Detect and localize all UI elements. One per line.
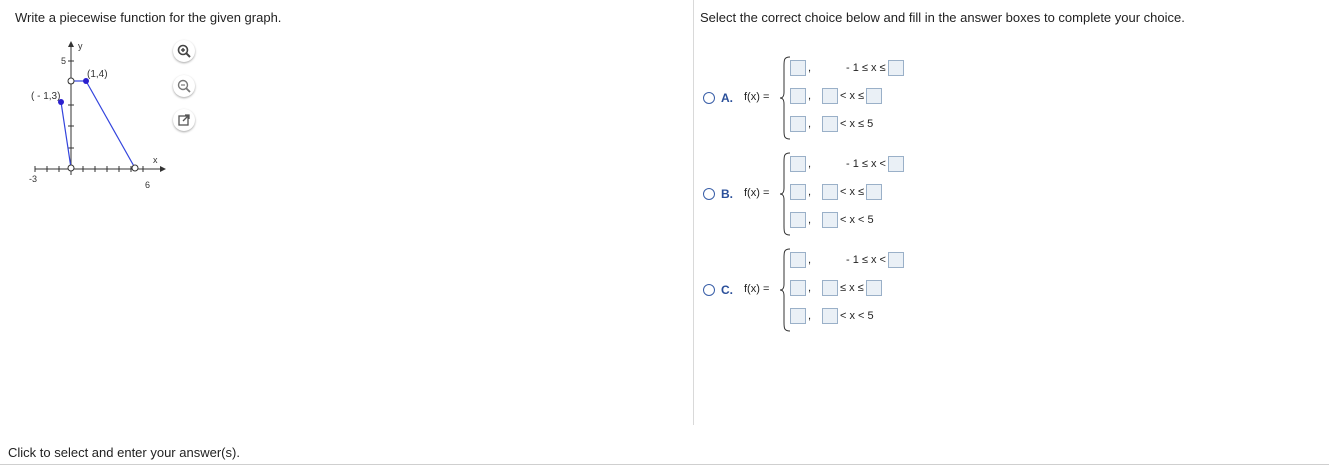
answer-box[interactable] xyxy=(822,280,838,296)
answer-box[interactable] xyxy=(790,252,806,268)
row-b-1: , - 1 ≤ x < xyxy=(790,155,904,173)
choice-letter-a: A. xyxy=(721,91,733,105)
y-axis-arrow xyxy=(68,41,74,47)
condition-text: ≤ x ≤ xyxy=(840,282,864,294)
row-c-2: , ≤ x ≤ xyxy=(790,279,882,297)
choice-b[interactable]: B. f(x) = , - 1 ≤ x < , < x ≤ , < x < 5 xyxy=(693,148,1329,244)
zoom-in-icon xyxy=(177,44,191,58)
closed-point-1-4 xyxy=(83,78,89,84)
left-instruction: Write a piecewise function for the given… xyxy=(15,10,282,25)
graph-canvas: y x 5 -3 6 (1,4) ( - 1,3) xyxy=(29,41,166,190)
graph: y x 5 -3 6 (1,4) ( - 1,3) xyxy=(0,35,240,205)
y-axis-label: y xyxy=(78,41,83,51)
x-tick-label-right: 6 xyxy=(145,180,150,190)
row-b-3: , < x < 5 xyxy=(790,211,876,229)
fx-label-a: f(x) = xyxy=(744,91,770,103)
open-point-0-4 xyxy=(67,77,75,85)
radio-b[interactable] xyxy=(703,188,715,200)
row-a-2: , < x ≤ xyxy=(790,87,883,105)
closed-point-neg1-3 xyxy=(58,99,64,105)
zoom-out-button[interactable] xyxy=(173,75,195,97)
answer-box[interactable] xyxy=(887,156,904,172)
row-c-1: , - 1 ≤ x < xyxy=(790,251,904,269)
right-instruction: Select the correct choice below and fill… xyxy=(700,10,1185,25)
condition-text: < x < 5 xyxy=(840,214,874,226)
row-a-3: , < x ≤ 5 xyxy=(790,115,875,133)
answer-box[interactable] xyxy=(822,212,838,228)
row-c-3: , < x < 5 xyxy=(790,307,876,325)
point-label-1-4: (1,4) xyxy=(87,69,108,80)
choice-letter-b: B. xyxy=(721,187,733,201)
x-axis-arrow xyxy=(160,166,166,172)
answer-box[interactable] xyxy=(790,88,806,104)
fx-label-c: f(x) = xyxy=(744,283,770,295)
segment-left xyxy=(60,101,72,169)
answer-box[interactable] xyxy=(790,308,806,324)
open-point-0-0 xyxy=(67,164,75,172)
answer-box[interactable] xyxy=(822,116,838,132)
segment-right xyxy=(85,80,136,169)
answer-box[interactable] xyxy=(866,184,883,200)
answer-box[interactable] xyxy=(865,280,882,296)
condition-text: < x < 5 xyxy=(840,310,874,322)
answer-box[interactable] xyxy=(887,60,904,76)
choices-container: A. f(x) = , - 1 ≤ x ≤ , < x ≤ , < x ≤ 5 … xyxy=(693,52,1329,352)
open-point-5-0 xyxy=(131,164,139,172)
fx-label-b: f(x) = xyxy=(744,187,770,199)
zoom-out-icon xyxy=(177,79,191,93)
choice-letter-c: C. xyxy=(721,283,733,297)
zoom-in-button[interactable] xyxy=(173,40,195,62)
radio-a[interactable] xyxy=(703,92,715,104)
answer-box[interactable] xyxy=(790,60,806,76)
answer-box[interactable] xyxy=(887,252,904,268)
x-axis-label: x xyxy=(153,155,158,165)
condition-text: < x ≤ xyxy=(840,90,865,102)
answer-box[interactable] xyxy=(790,212,806,228)
condition-text: < x ≤ xyxy=(840,186,865,198)
expand-icon xyxy=(178,114,190,126)
radio-c[interactable] xyxy=(703,284,715,296)
answer-box[interactable] xyxy=(822,88,838,104)
y-tick-label-5: 5 xyxy=(61,56,66,66)
point-label-neg1-3: ( - 1,3) xyxy=(31,91,60,102)
bottom-divider xyxy=(0,464,1329,465)
row-a-1: , - 1 ≤ x ≤ xyxy=(790,59,904,77)
condition-text: - 1 ≤ x ≤ xyxy=(846,62,886,74)
row-b-2: , < x ≤ xyxy=(790,183,883,201)
answer-box[interactable] xyxy=(790,156,806,172)
answer-box[interactable] xyxy=(866,88,883,104)
condition-text: < x ≤ 5 xyxy=(840,118,874,130)
x-tick-label-left: -3 xyxy=(29,174,37,184)
condition-text: - 1 ≤ x < xyxy=(846,158,886,170)
answer-box[interactable] xyxy=(822,184,838,200)
answer-box[interactable] xyxy=(822,308,838,324)
answer-box[interactable] xyxy=(790,184,806,200)
expand-button[interactable] xyxy=(173,109,195,131)
answer-box[interactable] xyxy=(790,116,806,132)
footer-hint: Click to select and enter your answer(s)… xyxy=(8,445,240,460)
answer-box[interactable] xyxy=(790,280,806,296)
choice-a[interactable]: A. f(x) = , - 1 ≤ x ≤ , < x ≤ , < x ≤ 5 xyxy=(693,52,1329,148)
choice-c[interactable]: C. f(x) = , - 1 ≤ x < , ≤ x ≤ , < x < 5 xyxy=(693,244,1329,340)
condition-text: - 1 ≤ x < xyxy=(846,254,886,266)
